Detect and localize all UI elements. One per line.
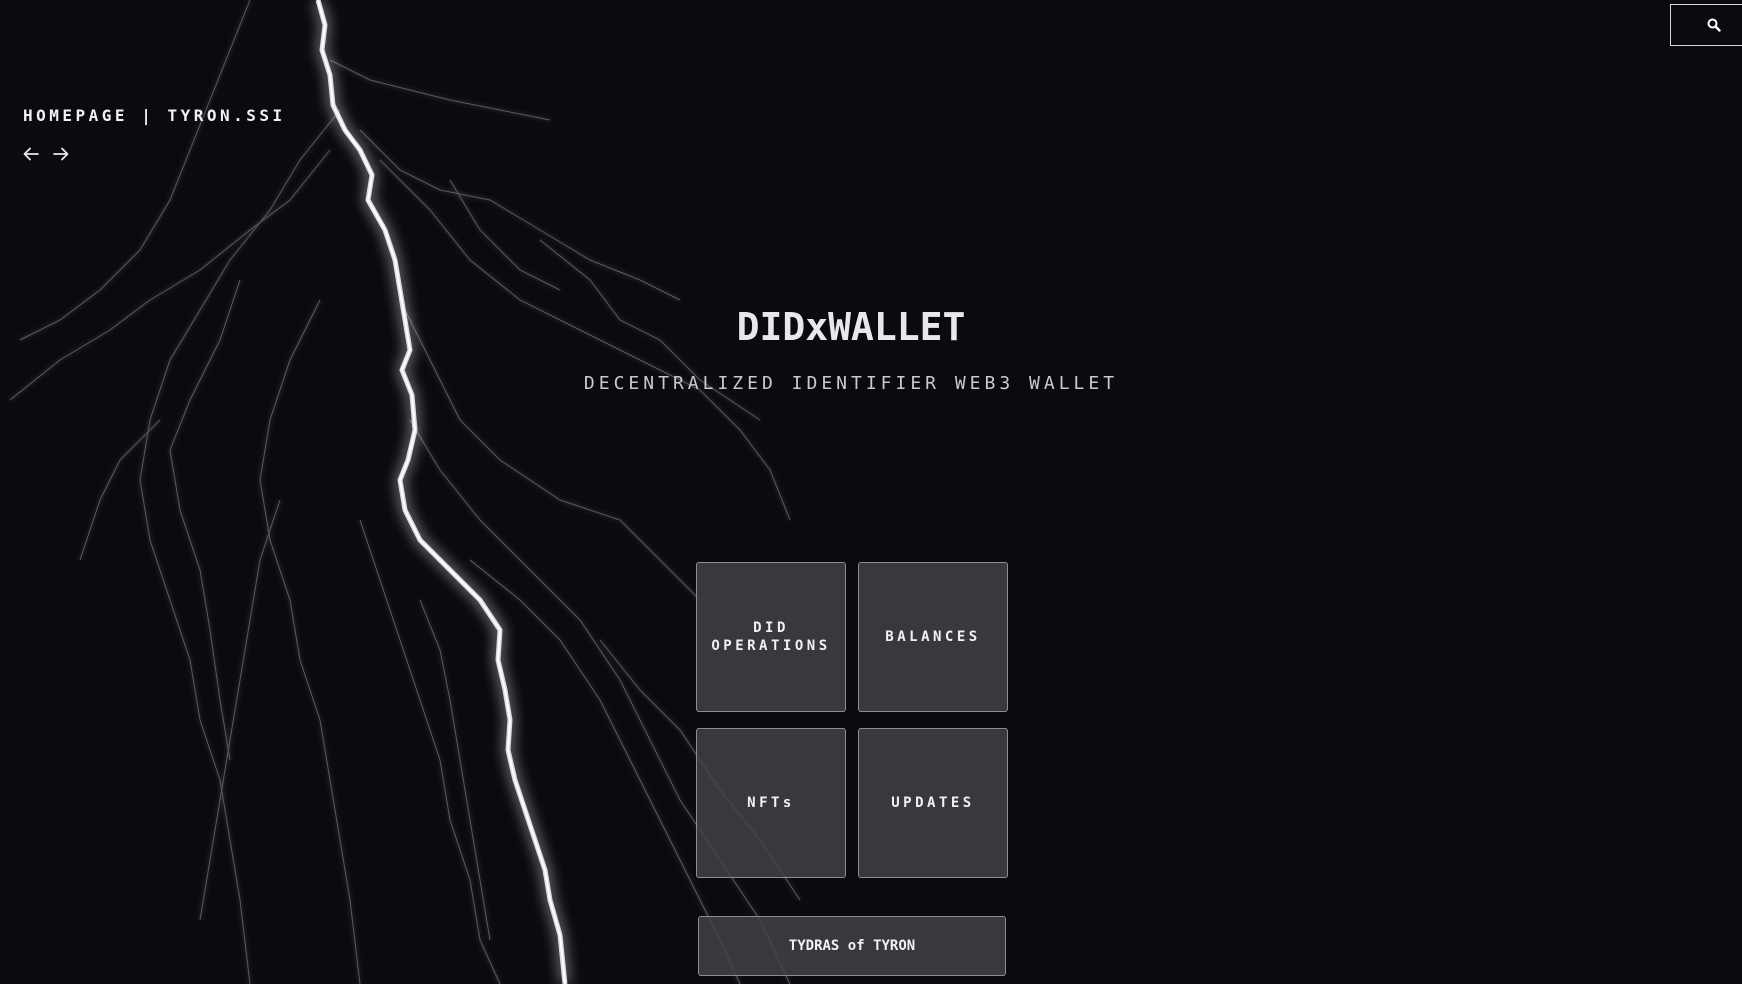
nfts-button[interactable]: NFTs: [696, 728, 846, 878]
did-operations-label-line2: OPERATIONS: [711, 638, 831, 654]
search-icon: [1707, 18, 1721, 32]
search-button[interactable]: [1670, 4, 1742, 46]
history-nav: [22, 145, 70, 163]
arrow-left-icon[interactable]: [22, 145, 40, 163]
arrow-right-icon[interactable]: [52, 145, 70, 163]
did-operations-label: DID OPERATIONS: [711, 619, 830, 655]
breadcrumb: HOMEPAGE | TYRON.SSI: [23, 106, 286, 125]
balances-label: BALANCES: [885, 629, 981, 645]
updates-label: UPDATES: [891, 795, 975, 811]
balances-button[interactable]: BALANCES: [858, 562, 1008, 712]
page-subtitle: DECENTRALIZED IDENTIFIER WEB3 WALLET: [583, 373, 1119, 394]
did-operations-button[interactable]: DID OPERATIONS: [696, 562, 846, 712]
did-operations-label-line1: DID: [753, 620, 789, 636]
tydras-button[interactable]: TYDRAS of TYRON: [698, 916, 1006, 976]
tydras-label: TYDRAS of TYRON: [788, 938, 916, 954]
nfts-label: NFTs: [747, 795, 795, 811]
updates-button[interactable]: UPDATES: [858, 728, 1008, 878]
page-title: DIDxWALLET: [736, 305, 966, 349]
